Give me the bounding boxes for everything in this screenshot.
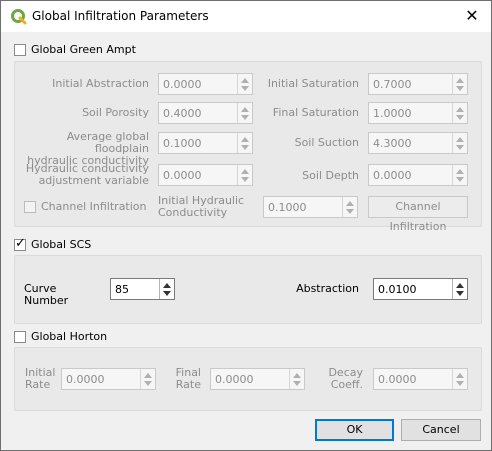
abstraction-spinbox[interactable]: 0.0100 bbox=[373, 278, 468, 300]
qgis-icon bbox=[11, 9, 27, 25]
decay-coeff-value: 0.0000 bbox=[378, 373, 417, 386]
spin-arrows-icon[interactable] bbox=[237, 103, 252, 123]
spin-arrows-icon[interactable] bbox=[452, 103, 467, 123]
avg-hydraulic-spinbox[interactable]: 0.1000 bbox=[158, 132, 253, 154]
final-saturation-value: 1.0000 bbox=[373, 107, 412, 120]
curve-number-label: Curve Number bbox=[24, 282, 69, 307]
spin-arrows-icon[interactable] bbox=[342, 197, 357, 217]
window-title: Global Infiltration Parameters bbox=[32, 9, 209, 23]
abstraction-value: 0.0100 bbox=[378, 283, 417, 296]
horton-checkbox[interactable] bbox=[14, 330, 26, 343]
final-rate-spinbox[interactable]: 0.0000 bbox=[210, 368, 305, 390]
abstraction-label: Abstraction bbox=[296, 282, 359, 295]
soil-suction-label: Soil Suction bbox=[294, 136, 359, 149]
avg-hydraulic-label-line1: Average global floodplain bbox=[66, 130, 149, 155]
hydraulic-adj-spinbox[interactable]: 0.0000 bbox=[158, 164, 253, 186]
final-rate-value: 0.0000 bbox=[215, 373, 254, 386]
initial-abstraction-spinbox[interactable]: 0.0000 bbox=[158, 73, 253, 95]
scs-label: Global SCS bbox=[31, 238, 92, 251]
scs-group-header[interactable]: Global SCS bbox=[14, 236, 92, 251]
close-button[interactable]: ✕ bbox=[459, 5, 485, 27]
final-rate-label-line2: Rate bbox=[175, 378, 201, 391]
decay-coeff-label-line2: Coeff. bbox=[330, 378, 363, 391]
soil-suction-spinbox[interactable]: 4.3000 bbox=[368, 132, 468, 154]
title-bar[interactable]: Global Infiltration Parameters ✕ bbox=[1, 1, 491, 32]
soil-porosity-value: 0.4000 bbox=[163, 107, 202, 120]
close-icon: ✕ bbox=[465, 6, 479, 25]
soil-depth-value: 0.0000 bbox=[373, 169, 412, 182]
spin-arrows-icon[interactable] bbox=[452, 369, 467, 389]
channel-infiltration-checkbox-label: Channel Infiltration bbox=[41, 200, 147, 213]
initial-saturation-label: Initial Saturation bbox=[267, 77, 359, 90]
soil-porosity-spinbox[interactable]: 0.4000 bbox=[158, 102, 253, 124]
initial-hydraulic-label: Initial Hydraulic Conductivity bbox=[158, 195, 258, 219]
soil-porosity-label: Soil Porosity bbox=[82, 106, 149, 119]
dialog-window: Global Infiltration Parameters ✕ Global … bbox=[0, 0, 492, 451]
curve-number-value: 85 bbox=[115, 283, 129, 296]
spin-arrows-icon[interactable] bbox=[237, 133, 252, 153]
spin-arrows-icon[interactable] bbox=[452, 74, 467, 94]
soil-suction-value: 4.3000 bbox=[373, 137, 412, 150]
green-ampt-label: Global Green Ampt bbox=[31, 43, 136, 56]
soil-depth-spinbox[interactable]: 0.0000 bbox=[368, 164, 468, 186]
scs-checkbox[interactable] bbox=[14, 236, 26, 251]
final-saturation-label: Final Saturation bbox=[272, 106, 359, 119]
spin-arrows-icon[interactable] bbox=[452, 279, 467, 299]
initial-rate-value: 0.0000 bbox=[66, 373, 105, 386]
horton-group-header[interactable]: Global Horton bbox=[14, 330, 107, 343]
spin-arrows-icon[interactable] bbox=[237, 74, 252, 94]
horton-label: Global Horton bbox=[31, 330, 108, 343]
channel-infiltration-checkbox[interactable] bbox=[24, 200, 36, 213]
decay-coeff-label: Decay Coeff. bbox=[325, 367, 363, 391]
initial-saturation-value: 0.7000 bbox=[373, 78, 412, 91]
initial-abstraction-value: 0.0000 bbox=[163, 78, 202, 91]
final-saturation-spinbox[interactable]: 1.0000 bbox=[368, 102, 468, 124]
spin-arrows-icon[interactable] bbox=[140, 369, 155, 389]
spin-arrows-icon[interactable] bbox=[159, 279, 174, 299]
initial-hydraulic-label-line2: Conductivity bbox=[158, 206, 228, 219]
channel-infiltration-button[interactable]: Channel Infiltration bbox=[368, 196, 468, 233]
initial-hydraulic-spinbox[interactable]: 0.1000 bbox=[263, 196, 358, 218]
initial-rate-label: Initial Rate bbox=[25, 367, 61, 391]
final-rate-label: Final Rate bbox=[169, 367, 201, 391]
hydraulic-adj-label: Hydraulic conductivity adjustment variab… bbox=[15, 163, 149, 187]
spin-arrows-icon[interactable] bbox=[452, 133, 467, 153]
decay-coeff-spinbox[interactable]: 0.0000 bbox=[373, 368, 468, 390]
soil-depth-label: Soil Depth bbox=[302, 169, 359, 182]
spin-arrows-icon[interactable] bbox=[452, 165, 467, 185]
green-ampt-checkbox[interactable] bbox=[14, 43, 26, 56]
channel-infiltration-checkbox-row[interactable]: Channel Infiltration bbox=[24, 200, 147, 213]
hydraulic-adj-value: 0.0000 bbox=[163, 169, 202, 182]
curve-number-spinbox[interactable]: 85 bbox=[110, 278, 175, 300]
initial-rate-spinbox[interactable]: 0.0000 bbox=[61, 368, 156, 390]
green-ampt-group-header[interactable]: Global Green Ampt bbox=[14, 43, 136, 56]
initial-rate-label-line2: Rate bbox=[25, 378, 51, 391]
initial-abstraction-label: Initial Abstraction bbox=[52, 77, 149, 90]
spin-arrows-icon[interactable] bbox=[237, 165, 252, 185]
spin-arrows-icon[interactable] bbox=[289, 369, 304, 389]
hydraulic-adj-label-line2: adjustment variable bbox=[38, 174, 149, 187]
cancel-button[interactable]: Cancel bbox=[401, 419, 481, 441]
ok-button[interactable]: OK bbox=[315, 419, 394, 441]
initial-hydraulic-value: 0.1000 bbox=[268, 201, 307, 214]
avg-hydraulic-value: 0.1000 bbox=[163, 137, 202, 150]
initial-saturation-spinbox[interactable]: 0.7000 bbox=[368, 73, 468, 95]
